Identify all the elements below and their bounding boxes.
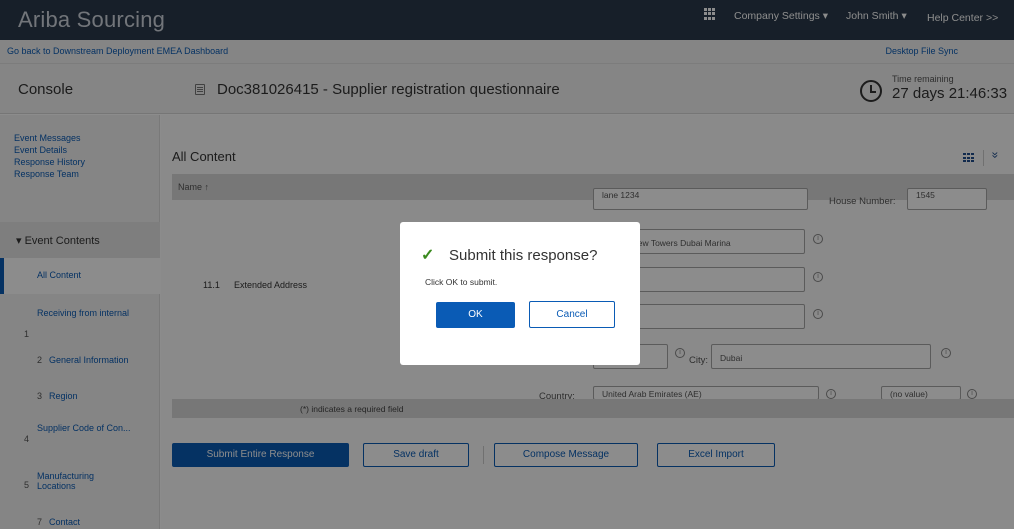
ok-button[interactable]: OK [436,302,515,328]
dialog-title: Submit this response? [449,247,598,264]
submit-confirm-dialog: ✓ Submit this response? Click OK to subm… [400,222,640,365]
cancel-button[interactable]: Cancel [529,301,615,328]
checkmark-icon: ✓ [421,247,435,264]
dialog-message: Click OK to submit. [425,277,498,287]
